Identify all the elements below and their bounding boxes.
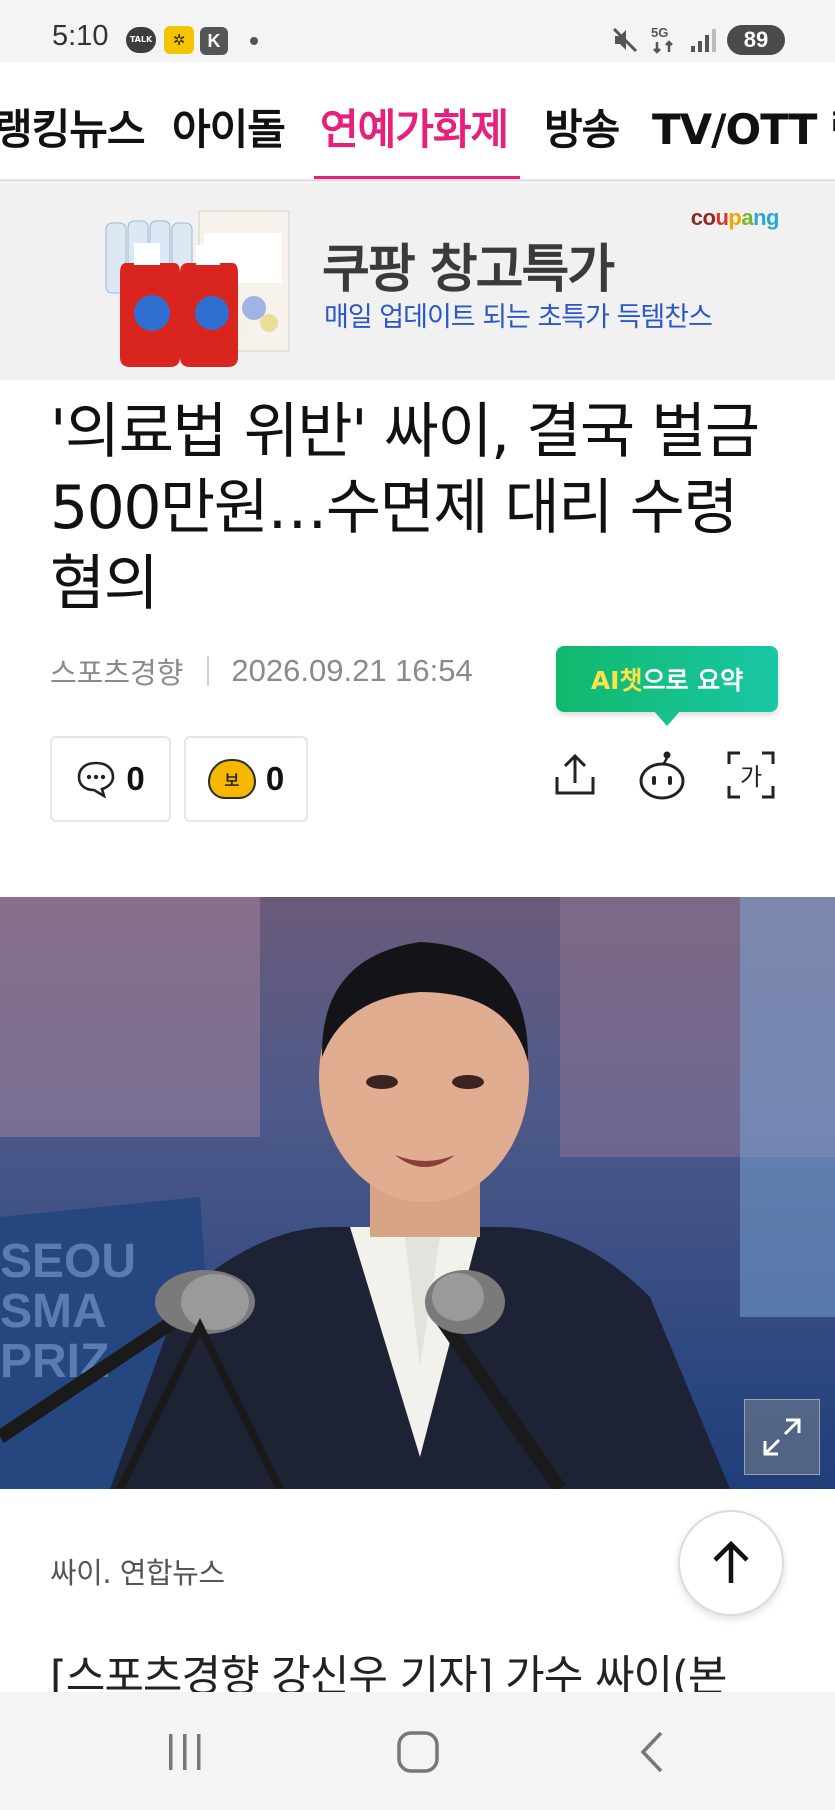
status-bar: 5:10 TALK ✲ K 5G 89 bbox=[0, 0, 835, 62]
svg-text:SEOU: SEOU bbox=[0, 1235, 136, 1288]
ad-subtitle: 매일 업데이트 되는 초특가 득템찬스 bbox=[324, 302, 713, 333]
emotion-face-label: 보 bbox=[224, 773, 240, 790]
ai-chat-summary-button[interactable]: AI챗 으로 요약 bbox=[556, 646, 778, 712]
active-tab-indicator bbox=[314, 176, 520, 179]
tab-tv-ott-ranking[interactable]: TV/OTT 랭 bbox=[652, 96, 835, 157]
arrow-up-icon bbox=[713, 1540, 749, 1583]
emotion-face-icon: 보 bbox=[207, 759, 256, 799]
status-time: 5:10 bbox=[52, 20, 109, 52]
scroll-to-top-button[interactable] bbox=[678, 1510, 784, 1616]
coupang-ad-banner[interactable]: coupang 쿠팡 창고특가 매일 업데이트 되는 초특가 득템찬스 bbox=[0, 183, 835, 380]
tab-entertainment-topics[interactable]: 연예가화제 bbox=[320, 96, 509, 157]
recent-apps-icon bbox=[169, 1734, 201, 1770]
article-body-first-line: [스포츠경향 강신우 기자] 가수 싸이(본 bbox=[50, 1652, 727, 1692]
kakao-notification-icon: ✲ bbox=[164, 26, 194, 54]
article-photo[interactable]: SEOU SMA PRIZ bbox=[0, 897, 835, 1489]
expand-icon bbox=[763, 1418, 801, 1456]
mute-icon bbox=[612, 27, 638, 53]
battery-indicator: 89 bbox=[727, 25, 785, 55]
article-datetime: 2026.09.21 16:54 bbox=[231, 653, 473, 688]
photo-caption: 싸이. 연합뉴스 bbox=[50, 1556, 225, 1590]
tab-ranking-news[interactable]: 랭킹뉴스 bbox=[0, 96, 146, 157]
font-size-icon-label: 가 bbox=[740, 763, 762, 791]
recent-apps-button[interactable] bbox=[140, 1722, 230, 1782]
meta-divider bbox=[207, 656, 210, 686]
coupang-logo: coupang bbox=[690, 205, 780, 230]
comment-count: 0 bbox=[126, 760, 145, 797]
home-button[interactable] bbox=[373, 1722, 463, 1782]
home-icon bbox=[397, 1731, 439, 1773]
ad-title: 쿠팡 창고특가 bbox=[322, 240, 615, 300]
font-size-button[interactable]: 가 bbox=[721, 742, 781, 808]
status-icons: 5G 89 bbox=[611, 22, 785, 58]
k-app-notification-icon: K bbox=[200, 27, 228, 55]
article-headline: '의료법 위반' 싸이, 결국 벌금 500만원…수면제 대리 수령 혐의 bbox=[50, 397, 760, 619]
category-tabs: 랭킹뉴스 아이돌 연예가화제 방송 TV/OTT 랭 bbox=[0, 62, 835, 182]
article-meta: 스포츠경향 2026.09.21 16:54 bbox=[50, 650, 473, 692]
ad-product-image bbox=[105, 210, 290, 367]
kakaotalk-notification-icon: TALK bbox=[126, 27, 156, 53]
share-icon bbox=[555, 753, 595, 795]
tab-broadcast[interactable]: 방송 bbox=[544, 96, 620, 157]
comment-icon bbox=[78, 761, 115, 798]
emotion-reaction-button[interactable]: 보 0 bbox=[184, 736, 308, 822]
network-label: 5G bbox=[651, 25, 668, 40]
article-source[interactable]: 스포츠경향 bbox=[50, 650, 183, 692]
expand-photo-button[interactable] bbox=[744, 1399, 820, 1475]
5g-signal-icon: 5G bbox=[651, 25, 673, 54]
cell-signal-icon bbox=[691, 29, 716, 52]
ai-summary-tooltip-arrow bbox=[653, 710, 681, 726]
more-notifications-dot-icon bbox=[250, 37, 258, 45]
ai-summary-highlight: AI챗 bbox=[590, 666, 643, 695]
emotion-count: 0 bbox=[265, 760, 285, 797]
battery-level: 89 bbox=[743, 27, 769, 52]
back-icon bbox=[640, 1731, 663, 1773]
system-navigation-bar bbox=[0, 1692, 835, 1810]
photo-singer-at-podium: SEOUSMAPRIZ bbox=[0, 897, 835, 1489]
share-button[interactable] bbox=[545, 742, 605, 808]
ai-bot-button[interactable] bbox=[632, 742, 692, 808]
back-button[interactable] bbox=[607, 1722, 697, 1782]
ai-bot-icon bbox=[639, 751, 685, 800]
ai-summary-label: 으로 요약 bbox=[642, 666, 744, 695]
svg-text:SMA: SMA bbox=[0, 1285, 107, 1338]
comment-button[interactable]: 0 bbox=[50, 736, 171, 822]
tab-idol[interactable]: 아이돌 bbox=[172, 96, 286, 157]
font-size-icon: 가 bbox=[727, 751, 775, 799]
